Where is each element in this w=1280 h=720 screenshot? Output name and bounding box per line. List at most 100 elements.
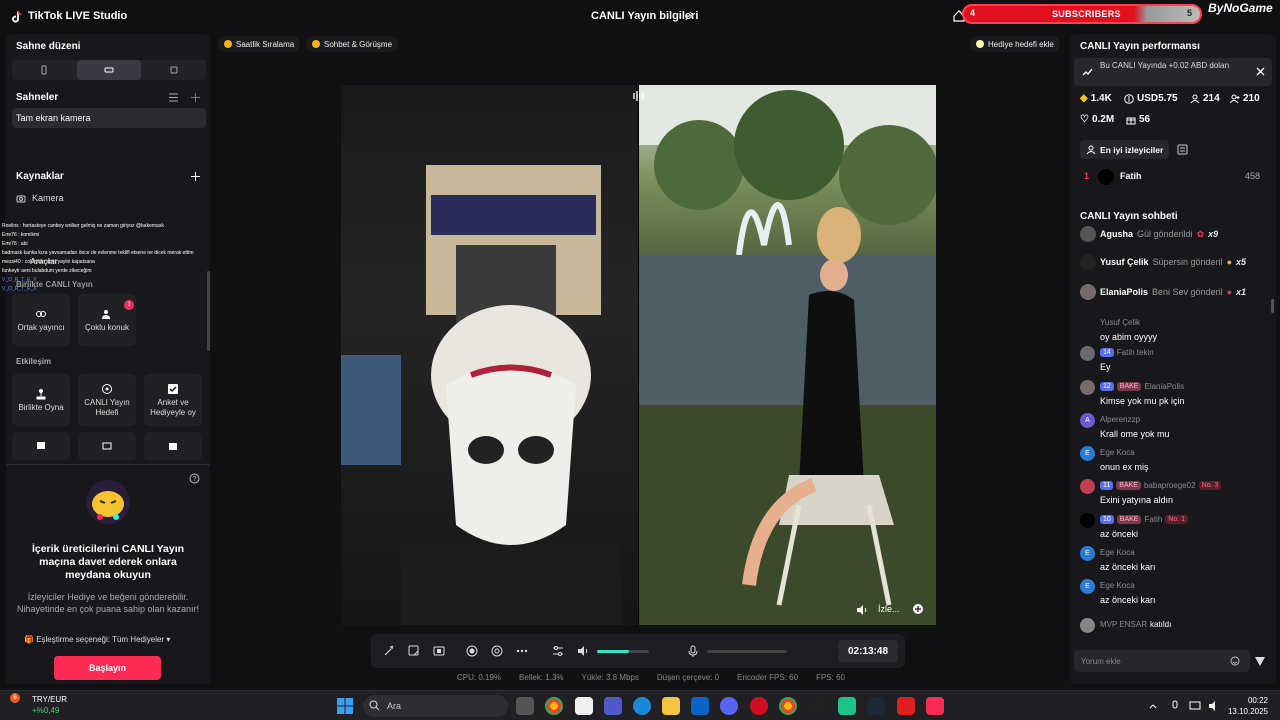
rank-number: 1 (1084, 171, 1090, 181)
edge-icon[interactable] (633, 697, 651, 715)
tiktok-taskbar-icon[interactable] (926, 697, 944, 715)
chat-header: Ege Koca (1100, 579, 1274, 591)
close-icon[interactable] (1256, 67, 1265, 76)
live-info-title[interactable]: CANLI Yayın bilgileri (591, 10, 698, 22)
gift-count: x9 (1208, 229, 1219, 239)
teams-icon[interactable] (604, 697, 622, 715)
stock-widget[interactable]: 6 TRY/EUR +%0,49 (10, 693, 67, 715)
volume-tray-icon[interactable] (1208, 700, 1220, 712)
camera-switch-icon[interactable] (491, 645, 503, 657)
opera-icon[interactable] (750, 697, 768, 715)
avatar: E (1080, 579, 1095, 594)
emoji-icon[interactable] (1230, 656, 1240, 666)
left-scrollbar[interactable] (207, 271, 210, 351)
hourly-ranking-chip[interactable]: Saatlik Sıralama (218, 36, 301, 52)
earnings-notice: Bu CANLI Yayında +0.02 ABD doları (1074, 58, 1272, 86)
file-explorer-icon[interactable] (662, 697, 680, 715)
chat-message: E Ege Koca az önceki karı (1078, 546, 1274, 572)
add-source-icon[interactable] (190, 171, 201, 182)
join-message: MVP ENSAR katıldı (1078, 618, 1274, 633)
display-tray-icon[interactable] (1189, 700, 1201, 712)
together-live-label: Birlikte CANLI Yayın (16, 280, 93, 289)
interaction-title: Etkileşim (16, 357, 52, 366)
outlook-icon[interactable] (691, 697, 709, 715)
record-icon[interactable] (466, 645, 478, 657)
watch-label[interactable]: İzle... (878, 604, 900, 614)
chat-username: Fatih (1144, 514, 1163, 524)
subscribers-current: 4 (970, 8, 976, 18)
settings-sliders-icon[interactable] (552, 645, 564, 657)
portrait-layout-button[interactable] (12, 60, 77, 80)
speaker-icon[interactable] (577, 645, 589, 657)
scene-layout-switcher (12, 60, 206, 80)
audio-levels-icon[interactable] (632, 89, 646, 103)
start-button[interactable]: Başlayın (54, 656, 161, 680)
live-preview[interactable]: İzle... (341, 85, 936, 625)
target-icon (102, 383, 112, 394)
top-viewer-row[interactable]: 1 Fatih 458 (1080, 169, 1270, 185)
top-viewers-button[interactable]: En iyi izleyiciler (1080, 140, 1170, 159)
chat-header: Alperenzzp (1100, 413, 1274, 425)
guest-camera-feed (639, 85, 936, 625)
center-stage: Saatlik Sıralama Sohbet & Görüşme Hediye… (214, 32, 1066, 690)
obs-icon[interactable] (808, 697, 826, 715)
box-tool-button[interactable] (12, 432, 70, 460)
partner-streamer-button[interactable]: Ortak yayıncı (12, 294, 70, 346)
comment-input[interactable]: Yorum ekle (1074, 650, 1250, 672)
chat-message: 10 BAKE Fatih No. 1 az önceki (1078, 513, 1274, 539)
chat-header: Yusuf Çelik (1100, 316, 1274, 328)
followers-icon (1230, 94, 1240, 103)
live-goal-button[interactable]: CANLI Yayın Hedefi (78, 374, 136, 426)
more-icon[interactable] (516, 645, 528, 657)
gift-tool-button[interactable] (144, 432, 202, 460)
store-app-icon[interactable] (575, 697, 593, 715)
add-gift-goal-chip[interactable]: Hediye hedefi ekle (970, 36, 1060, 52)
youtube-icon[interactable] (897, 697, 915, 715)
avatar (1080, 226, 1096, 242)
send-icon[interactable] (1254, 655, 1266, 667)
dual-layout-button[interactable] (141, 60, 206, 80)
gift-scrollbar[interactable] (1271, 299, 1274, 313)
encoder-fps-stat: Encoder FPS: 60 (737, 673, 799, 682)
source-item-camera[interactable]: Kamera (16, 193, 64, 203)
steam-icon[interactable] (867, 697, 885, 715)
share-icon[interactable] (684, 10, 696, 22)
mic-tray-icon[interactable] (1170, 700, 1180, 712)
poll-gift-vote-button[interactable]: Anket ve Hediyeyle oy (144, 374, 202, 426)
play-together-button[interactable]: Birlikte Oyna (12, 374, 70, 426)
rank-badge: No. 1 (1165, 514, 1189, 524)
chrome-alt-icon[interactable] (779, 697, 797, 715)
help-icon[interactable]: ? (189, 473, 200, 484)
list-icon[interactable] (168, 92, 179, 103)
windows-start-icon[interactable] (336, 697, 354, 715)
chat-call-chip[interactable]: Sohbet & Görüşme (306, 36, 399, 52)
add-scene-icon[interactable] (190, 92, 201, 103)
screen-icon[interactable] (433, 645, 445, 657)
scene-item-fullscreen-camera[interactable]: Tam ekran kamera (12, 108, 206, 128)
landscape-icon (104, 67, 114, 73)
guest-volume-icon[interactable] (856, 604, 868, 616)
discord-icon[interactable] (720, 697, 738, 715)
speaker-volume-slider[interactable] (597, 650, 649, 653)
sticker-icon[interactable] (408, 645, 420, 657)
match-option-dropdown[interactable]: 🎁 Eşleştirme seçeneği: Tüm Hediyeler ▾ (24, 635, 170, 644)
microphone-icon[interactable] (687, 645, 699, 657)
chat-username: babaproege02 (1143, 480, 1196, 490)
taskbar-search[interactable]: Ara (363, 695, 508, 717)
add-icon[interactable] (912, 603, 924, 615)
chrome-icon[interactable] (545, 697, 563, 715)
followers-value: 210 (1243, 93, 1260, 104)
store-tool-button[interactable] (78, 432, 136, 460)
chevron-up-icon[interactable] (1148, 701, 1158, 711)
task-view-icon[interactable] (516, 697, 534, 715)
system-clock[interactable]: 00:22 13.10.2025 (1228, 695, 1268, 717)
magic-wand-icon[interactable] (383, 645, 395, 657)
microphone-volume-slider[interactable] (707, 650, 787, 653)
chat-text: Krall ome yok mu (1100, 429, 1170, 439)
list-view-icon[interactable] (1177, 144, 1188, 155)
app-icon[interactable] (838, 697, 856, 715)
landscape-layout-button[interactable] (76, 60, 142, 80)
avatar (1098, 169, 1114, 185)
chat-username: Ege Koca (1100, 547, 1135, 557)
poll-gift-vote-label: Anket ve Hediyeyle oy (150, 397, 196, 417)
